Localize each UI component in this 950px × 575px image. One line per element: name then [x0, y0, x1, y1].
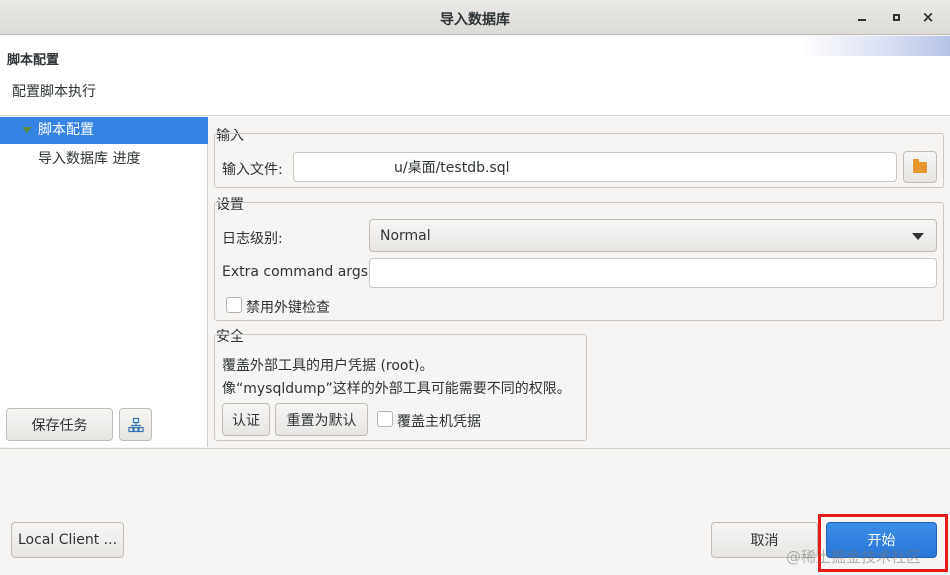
reset-default-button[interactable]: 重置为默认 [275, 403, 368, 436]
override-host-label: 覆盖主机凭据 [397, 414, 481, 430]
input-file-field[interactable]: u/桌面/testdb.sql [293, 152, 897, 182]
maximize-icon[interactable] [886, 7, 906, 27]
override-host-checkbox[interactable] [377, 411, 393, 427]
page-tree: 脚本配置 导入数据库 进度 [0, 117, 208, 447]
browse-file-button[interactable] [903, 151, 937, 183]
log-level-value: Normal [380, 227, 431, 244]
security-line-1: 覆盖外部工具的用户凭据 (root)。 [222, 358, 434, 374]
title-bar: 导入数据库 × [0, 0, 950, 35]
close-icon[interactable]: × [918, 7, 938, 27]
save-task-button[interactable]: 保存任务 [6, 408, 113, 441]
chevron-down-icon [912, 233, 924, 240]
log-level-label: 日志级别: [222, 231, 283, 247]
auth-button[interactable]: 认证 [222, 403, 270, 436]
local-client-button[interactable]: Local Client ... [11, 522, 124, 558]
network-config-icon[interactable] [119, 408, 152, 441]
tree-item-label: 导入数据库 进度 [38, 151, 141, 167]
header-banner [800, 36, 950, 56]
extra-args-label: Extra command args: [222, 264, 373, 280]
log-level-select[interactable]: Normal [369, 219, 937, 252]
tree-item-script-config[interactable]: 脚本配置 [0, 117, 208, 144]
tree-item-label: 脚本配置 [38, 122, 94, 138]
expand-arrow-icon [22, 127, 32, 133]
extra-args-field[interactable] [369, 258, 937, 288]
tree-item-import-progress[interactable]: 导入数据库 进度 [0, 146, 208, 173]
redacted-path [302, 159, 394, 175]
page-description: 配置脚本执行 [12, 84, 96, 100]
watermark: @稀土掘金技术社区 [786, 548, 922, 566]
page-header: 脚本配置 配置脚本执行 [0, 36, 950, 116]
folder-icon [913, 158, 927, 173]
disable-fk-checkbox[interactable] [226, 297, 242, 313]
input-file-label: 输入文件: [222, 162, 283, 178]
footer-divider [0, 448, 950, 449]
minimize-icon[interactable] [852, 7, 872, 27]
input-file-value: u/桌面/testdb.sql [394, 160, 510, 176]
security-line-2: 像“mysqldump”这样的外部工具可能需要不同的权限。 [222, 381, 571, 397]
page-title: 脚本配置 [7, 53, 60, 68]
disable-fk-label: 禁用外键检查 [246, 300, 330, 316]
window-title: 导入数据库 [440, 12, 510, 28]
